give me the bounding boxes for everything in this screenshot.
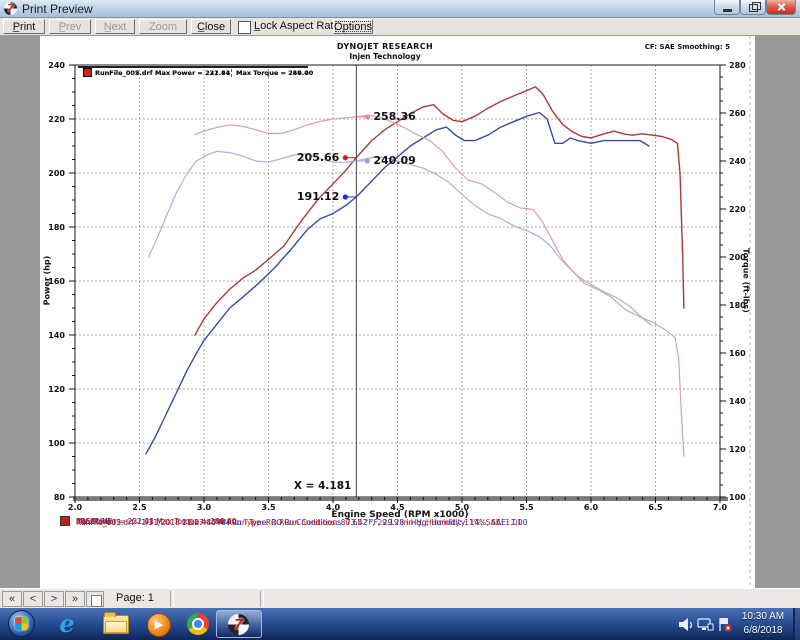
chrome-icon	[187, 613, 209, 635]
print-preview-window: 7 Print Preview P̲rint P̲rev N̲ext Zoom …	[0, 0, 800, 640]
minimize-icon	[723, 9, 732, 12]
taskbar: e ▶ 7	[0, 608, 800, 640]
clock-date: 6/8/2018	[736, 624, 790, 638]
print-page	[40, 36, 755, 588]
action-center-flag-icon[interactable]	[720, 618, 732, 632]
next-page-button[interactable]: >	[44, 591, 64, 607]
window-title: Print Preview	[22, 2, 93, 16]
close-icon	[777, 3, 786, 12]
last-page-button[interactable]: »	[65, 591, 85, 607]
toolbar: P̲rint P̲rev N̲ext Zoom O̲ut C̲lose L̲oc…	[0, 18, 800, 36]
preview-area	[0, 36, 800, 588]
page-icon	[91, 595, 102, 607]
taskbar-file-explorer[interactable]	[100, 612, 130, 637]
taskbar-internet-explorer[interactable]: e	[52, 612, 82, 637]
volume-icon[interactable]	[679, 618, 692, 631]
taskbar-chrome[interactable]	[183, 612, 213, 637]
first-page-button[interactable]: «	[2, 591, 22, 607]
taskbar-clock[interactable]: 10:30 AM 6/8/2018	[736, 610, 790, 638]
next-button[interactable]: N̲ext	[95, 19, 135, 34]
zoom-out-button[interactable]: Zoom O̲ut	[139, 19, 187, 34]
title-bar[interactable]: 7 Print Preview	[0, 0, 800, 18]
restore-button[interactable]	[740, 0, 766, 15]
minimize-button[interactable]	[714, 0, 740, 15]
system-tray	[678, 616, 734, 634]
media-player-icon: ▶	[147, 613, 171, 637]
show-desktop-button[interactable]	[793, 608, 800, 640]
taskbar-active-winpep[interactable]: 7	[216, 610, 262, 638]
options-button[interactable]: Options	[333, 19, 373, 34]
internet-explorer-icon: e	[59, 609, 74, 638]
clock-time: 10:30 AM	[736, 610, 790, 624]
page-number-status: Page: 1	[116, 592, 154, 604]
app-icon: 7	[4, 2, 17, 15]
status-bar: « < > » Page: 1	[0, 588, 800, 608]
network-icon[interactable]	[698, 619, 713, 630]
winpep-icon: 7	[228, 614, 249, 635]
close-window-button[interactable]	[766, 0, 796, 15]
print-page-button[interactable]	[86, 591, 104, 607]
close-preview-button[interactable]: C̲lose	[191, 19, 231, 34]
prev-page-button[interactable]: <	[23, 591, 43, 607]
start-button[interactable]	[8, 610, 35, 637]
print-button[interactable]: P̲rint	[3, 19, 45, 34]
prev-button[interactable]: P̲rev	[49, 19, 91, 34]
windows-logo-icon	[15, 617, 28, 630]
lock-aspect-ratio-label: L̲ock Aspect Ratio	[254, 20, 342, 32]
taskbar-media-player[interactable]: ▶	[143, 612, 173, 637]
lock-aspect-ratio-checkbox[interactable]	[238, 21, 251, 34]
folder-icon	[103, 615, 129, 634]
